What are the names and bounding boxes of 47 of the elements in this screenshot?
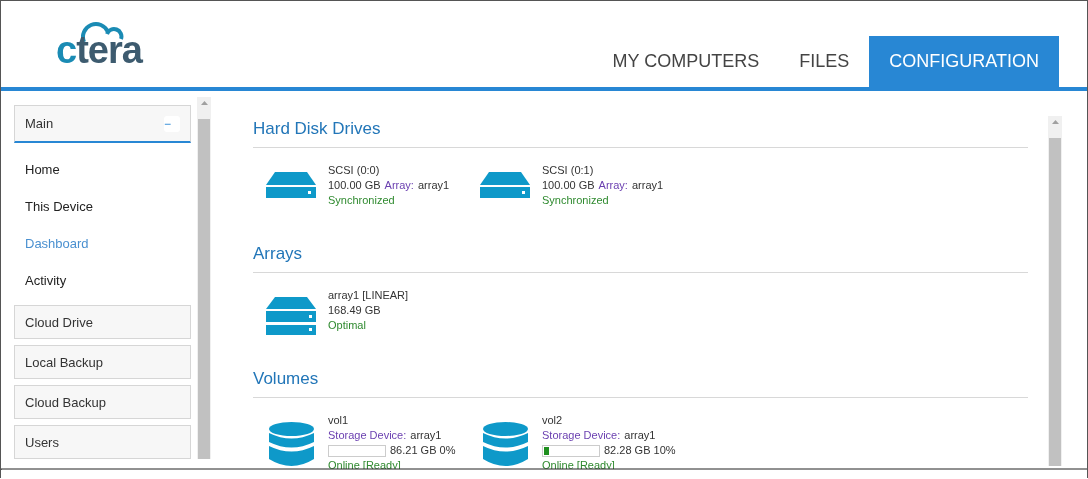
- sidebar-item[interactable]: This Device: [14, 188, 191, 225]
- usage-text: 86.21 GB 0%: [390, 444, 456, 457]
- sidebar-group[interactable]: Users: [14, 425, 191, 459]
- nav-tab[interactable]: MY COMPUTERS: [592, 36, 780, 87]
- device-size: 100.00 GB: [328, 179, 381, 192]
- scrollbar[interactable]: [1048, 116, 1062, 466]
- field-label: Array:: [384, 179, 414, 192]
- status-text: Synchronized: [328, 194, 396, 207]
- field-value: array1: [410, 429, 442, 442]
- device-name: array1 [LINEAR]: [328, 289, 409, 302]
- logo-text: ctera: [56, 33, 142, 67]
- field-value: array1: [631, 179, 664, 192]
- scroll-up-icon[interactable]: [200, 101, 208, 105]
- hard-drive-icon: [480, 172, 530, 198]
- status-text: Synchronized: [542, 194, 610, 207]
- device-size: 100.00 GB: [542, 179, 595, 192]
- database-icon: [268, 422, 314, 466]
- device-name: vol1: [328, 414, 350, 427]
- device-name: vol2: [542, 414, 564, 427]
- sidebar-group[interactable]: Main −: [14, 105, 191, 143]
- status-text: Optimal: [328, 319, 367, 332]
- field-value: array1: [417, 179, 450, 192]
- nav-tab[interactable]: CONFIGURATION: [869, 36, 1059, 87]
- sidebar-item[interactable]: Activity: [14, 262, 191, 299]
- field-label: Storage Device:: [328, 429, 407, 442]
- hard-drive-icon: [266, 172, 316, 198]
- scroll-up-icon[interactable]: [1051, 120, 1059, 124]
- sidebar-group[interactable]: Cloud Backup: [14, 385, 191, 419]
- section-heading: Volumes: [253, 369, 1028, 398]
- sidebar-item[interactable]: Dashboard: [14, 225, 191, 262]
- collapse-toggle[interactable]: −: [164, 115, 180, 132]
- database-icon: [482, 422, 528, 466]
- sidebar-item[interactable]: Home: [14, 151, 191, 188]
- field-label: Storage Device:: [542, 429, 621, 442]
- usage-text: 82.28 GB 10%: [604, 444, 676, 457]
- sidebar-group[interactable]: Local Backup: [14, 345, 191, 379]
- field-label: Array:: [598, 179, 628, 192]
- device-name: SCSI (0:0): [328, 164, 381, 177]
- section-heading: Arrays: [253, 244, 1028, 273]
- drive-stack-icon: [266, 297, 316, 335]
- field-value: array1: [624, 429, 656, 442]
- sidebar-group[interactable]: Cloud Drive: [14, 305, 191, 339]
- device-name: SCSI (0:1): [542, 164, 595, 177]
- nav-tab[interactable]: FILES: [779, 36, 870, 87]
- section-heading: Hard Disk Drives: [253, 119, 1028, 148]
- device-size: 168.49 GB: [328, 304, 382, 317]
- scrollbar[interactable]: [197, 97, 211, 459]
